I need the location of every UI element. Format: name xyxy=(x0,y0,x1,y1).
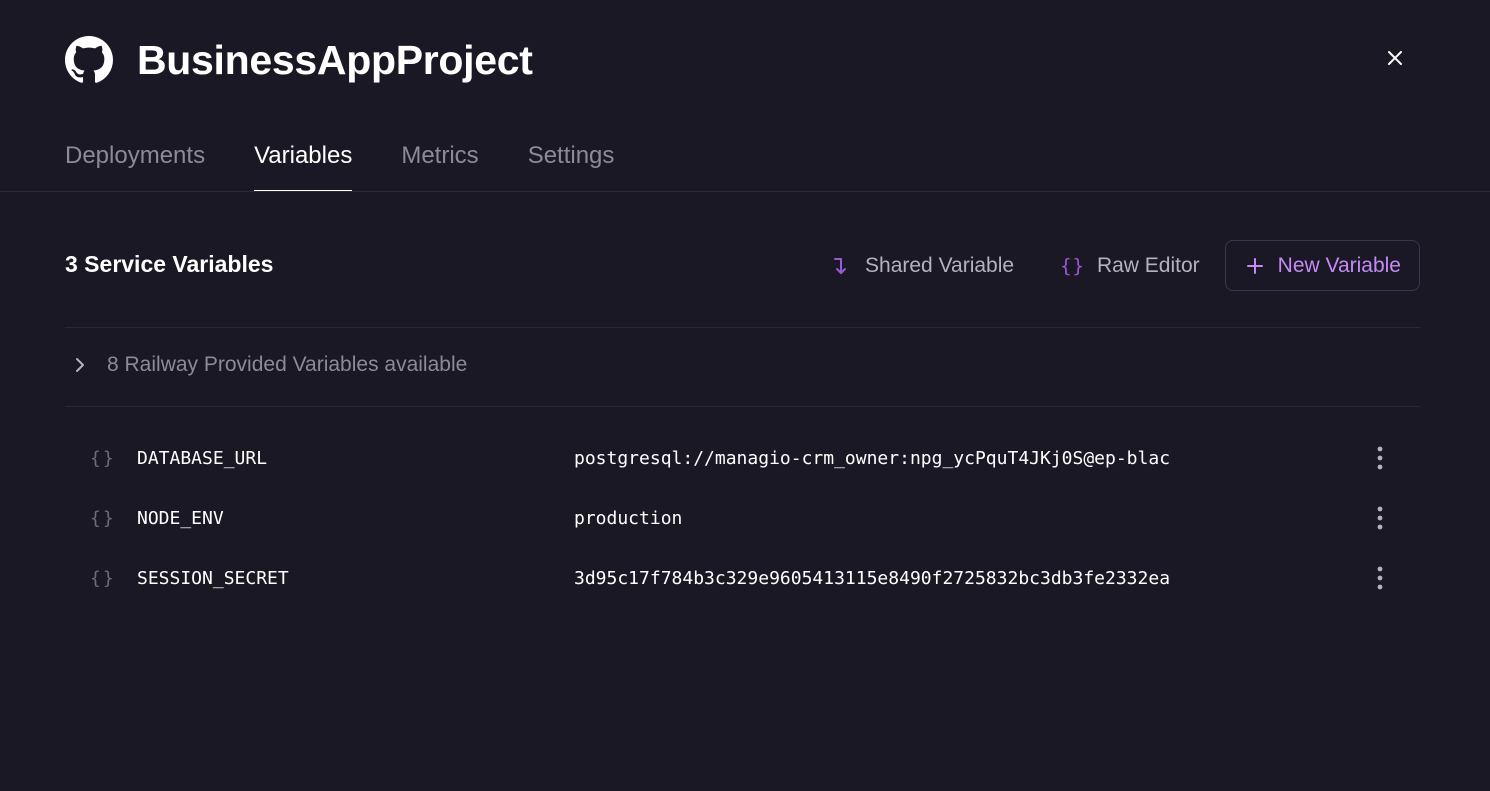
raw-editor-label: Raw Editor xyxy=(1096,253,1200,277)
variable-row[interactable]: {} SESSION_SECRET 3d95c17f784b3c329e9605… xyxy=(65,548,1420,608)
more-options-icon[interactable] xyxy=(1368,498,1392,538)
shared-variable-icon xyxy=(831,255,853,277)
tab-bar: Deployments Variables Metrics Settings xyxy=(65,136,663,192)
close-icon xyxy=(1386,49,1404,72)
new-variable-label: New Variable xyxy=(1277,253,1401,277)
variable-value[interactable]: production xyxy=(574,508,682,529)
variable-value[interactable]: 3d95c17f784b3c329e9605413115e8490f272583… xyxy=(574,568,1170,589)
tab-deployments[interactable]: Deployments xyxy=(65,136,205,192)
variable-braces-icon: {} xyxy=(90,447,116,469)
variables-toolbar: Shared Variable {} Raw Editor New Variab… xyxy=(831,240,1420,291)
shared-variable-button[interactable]: Shared Variable xyxy=(831,254,1014,278)
braces-icon: {} xyxy=(1060,254,1085,277)
service-variables-count: 3 Service Variables xyxy=(65,251,274,277)
variable-value[interactable]: postgresql://managio-crm_owner:npg_ycPqu… xyxy=(574,448,1170,469)
variable-row[interactable]: {} NODE_ENV production xyxy=(65,488,1420,548)
more-options-icon[interactable] xyxy=(1368,558,1392,598)
more-options-icon[interactable] xyxy=(1368,438,1392,478)
variable-braces-icon: {} xyxy=(90,507,116,529)
header: BusinessAppProject xyxy=(65,34,533,86)
section-divider xyxy=(65,406,1420,407)
railway-provided-toggle[interactable]: 8 Railway Provided Variables available xyxy=(70,353,467,377)
raw-editor-button[interactable]: {} Raw Editor xyxy=(1060,254,1200,278)
project-title: BusinessAppProject xyxy=(137,36,533,83)
variables-panel: BusinessAppProject Deployments Variables… xyxy=(0,0,1490,791)
close-button[interactable] xyxy=(1380,45,1410,75)
variable-row[interactable]: {} DATABASE_URL postgresql://managio-crm… xyxy=(65,428,1420,488)
chevron-right-icon xyxy=(70,356,90,374)
shared-variable-label: Shared Variable xyxy=(865,253,1015,277)
plus-icon xyxy=(1246,257,1264,275)
tab-metrics[interactable]: Metrics xyxy=(401,136,478,192)
variable-name: DATABASE_URL xyxy=(137,447,268,469)
section-divider xyxy=(65,327,1420,328)
variable-name: NODE_ENV xyxy=(137,507,224,529)
github-icon xyxy=(65,36,113,84)
variable-braces-icon: {} xyxy=(90,567,116,589)
new-variable-button[interactable]: New Variable xyxy=(1224,240,1420,291)
tabs-divider xyxy=(0,191,1490,192)
railway-provided-label: 8 Railway Provided Variables available xyxy=(107,353,468,376)
tab-settings[interactable]: Settings xyxy=(528,136,615,192)
variable-name: SESSION_SECRET xyxy=(137,567,289,589)
tab-variables[interactable]: Variables xyxy=(254,136,353,192)
